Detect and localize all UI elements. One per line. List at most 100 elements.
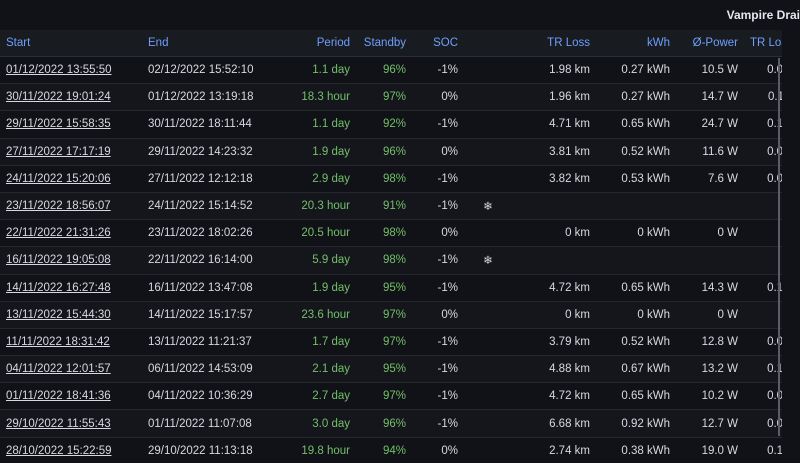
- column-header-power[interactable]: Ø-Power: [676, 30, 744, 57]
- column-header-kwh[interactable]: kWh: [596, 30, 676, 57]
- cell-end: 29/11/2022 14:23:32: [142, 138, 280, 166]
- cell-standby: 98%: [356, 165, 412, 193]
- column-header-standby[interactable]: Standby: [356, 30, 412, 57]
- cell-tr-loss-per-hour: 0.08 km: [744, 56, 782, 85]
- cell-standby: 97%: [356, 301, 412, 329]
- cell-soc: 0%: [412, 437, 464, 463]
- cell-tr-loss: 4.71 km: [512, 110, 596, 139]
- cell-start: 27/11/2022 17:17:19: [0, 138, 142, 166]
- cell-standby: 97%: [356, 328, 412, 357]
- start-link[interactable]: 13/11/2022 15:44:30: [6, 309, 111, 321]
- cell-soc: -1%: [412, 274, 464, 302]
- snowflake-icon: ❄: [464, 246, 512, 275]
- snowflake-icon: [464, 301, 512, 329]
- start-link[interactable]: 28/10/2022 15:22:59: [6, 445, 112, 457]
- cell-standby: 95%: [356, 355, 412, 384]
- cell-power: 11.6 W: [676, 138, 744, 166]
- start-link[interactable]: 24/11/2022 15:20:06: [6, 173, 111, 185]
- cell-period: 18.3 hour: [280, 83, 356, 112]
- cell-tr-loss: 0 km: [512, 301, 596, 329]
- cell-period: 1.1 day: [280, 110, 356, 139]
- start-link[interactable]: 14/11/2022 16:27:48: [6, 282, 111, 294]
- cell-power: 13.2 W: [676, 355, 744, 384]
- start-link[interactable]: 16/11/2022 19:05:08: [6, 254, 111, 266]
- cell-tr-loss: 1.96 km: [512, 83, 596, 112]
- cell-tr-loss: 3.81 km: [512, 138, 596, 166]
- cell-kwh: 0.92 kWh: [596, 409, 676, 438]
- cell-power: 7.6 W: [676, 165, 744, 193]
- cell-soc: -1%: [412, 355, 464, 384]
- start-link[interactable]: 01/11/2022 18:41:36: [6, 390, 111, 402]
- cell-end: 22/11/2022 16:14:00: [142, 246, 280, 275]
- cell-standby: 98%: [356, 219, 412, 248]
- cell-standby: 98%: [356, 246, 412, 275]
- start-link[interactable]: 04/11/2022 12:01:57: [6, 363, 111, 375]
- column-header-tr-loss[interactable]: TR Loss: [512, 30, 596, 57]
- table-row: 29/11/2022 15:58:35 30/11/2022 18:11:44 1.…: [0, 110, 782, 139]
- cell-end: 16/11/2022 13:47:08: [142, 274, 280, 302]
- cell-end: 29/10/2022 11:13:18: [142, 437, 280, 463]
- start-link[interactable]: 23/11/2022 18:56:07: [6, 200, 111, 212]
- start-link[interactable]: 30/11/2022 19:01:24: [6, 91, 111, 103]
- cell-tr-loss: 3.82 km: [512, 165, 596, 193]
- cell-standby: 96%: [356, 409, 412, 438]
- table-row: 22/11/2022 21:31:26 23/11/2022 18:02:26 20…: [0, 219, 782, 248]
- table-row: 30/11/2022 19:01:24 01/12/2022 13:19:18 18…: [0, 83, 782, 112]
- table-row: 11/11/2022 18:31:42 13/11/2022 11:21:37 1.…: [0, 328, 782, 357]
- cell-soc: -1%: [412, 165, 464, 193]
- cell-standby: 95%: [356, 274, 412, 302]
- cell-start: 29/11/2022 15:58:35: [0, 110, 142, 139]
- cell-period: 5.9 day: [280, 246, 356, 275]
- cell-end: 30/11/2022 18:11:44: [142, 110, 280, 139]
- table-body: 01/12/2022 13:55:50 02/12/2022 15:52:10 1.…: [0, 56, 782, 463]
- cell-soc: 0%: [412, 83, 464, 112]
- table-row: 23/11/2022 18:56:07 24/11/2022 15:14:52 20…: [0, 192, 782, 221]
- cell-period: 1.9 day: [280, 274, 356, 302]
- cell-tr-loss-per-hour: 0.09 km: [744, 409, 782, 438]
- cell-period: 20.3 hour: [280, 192, 356, 221]
- column-header-end[interactable]: End: [142, 30, 280, 57]
- cell-power: [676, 192, 744, 221]
- start-link[interactable]: 11/11/2022 18:31:42: [6, 336, 110, 348]
- column-header-tr-loss-per-hour[interactable]: TR Loss / h: [744, 30, 782, 57]
- cell-kwh: [596, 246, 676, 275]
- cell-end: 01/11/2022 11:07:08: [142, 409, 280, 438]
- cell-period: 19.8 hour: [280, 437, 356, 463]
- scrollbar[interactable]: [778, 58, 780, 436]
- cell-start: 29/10/2022 11:55:43: [0, 409, 142, 438]
- start-link[interactable]: 27/11/2022 17:17:19: [6, 146, 111, 158]
- cell-tr-loss-per-hour: [744, 192, 782, 221]
- cell-end: 14/11/2022 15:17:57: [142, 301, 280, 329]
- cell-start: 22/11/2022 21:31:26: [0, 219, 142, 248]
- column-header-start[interactable]: Start: [0, 30, 142, 57]
- start-link[interactable]: 29/11/2022 15:58:35: [6, 118, 111, 130]
- cell-start: 01/11/2022 18:41:36: [0, 382, 142, 411]
- cell-tr-loss-per-hour: 0.08 km: [744, 138, 782, 166]
- cell-period: 2.9 day: [280, 165, 356, 193]
- cell-kwh: 0 kWh: [596, 219, 676, 248]
- start-link[interactable]: 29/10/2022 11:55:43: [6, 418, 111, 430]
- cell-tr-loss-per-hour: 0.11 km: [744, 83, 782, 112]
- cell-tr-loss: [512, 192, 596, 221]
- column-header-icon[interactable]: [464, 30, 512, 57]
- cell-soc: 0%: [412, 301, 464, 329]
- cell-kwh: 0.52 kWh: [596, 328, 676, 357]
- cell-soc: -1%: [412, 246, 464, 275]
- cell-standby: 92%: [356, 110, 412, 139]
- cell-start: 24/11/2022 15:20:06: [0, 165, 142, 193]
- start-link[interactable]: 22/11/2022 21:31:26: [6, 227, 111, 239]
- cell-end: 24/11/2022 15:14:52: [142, 192, 280, 221]
- cell-tr-loss-per-hour: 0.18 km: [744, 110, 782, 139]
- cell-standby: 96%: [356, 138, 412, 166]
- cell-power: 10.5 W: [676, 56, 744, 85]
- cell-power: [676, 246, 744, 275]
- cell-kwh: 0.53 kWh: [596, 165, 676, 193]
- cell-kwh: 0.27 kWh: [596, 83, 676, 112]
- start-link[interactable]: 01/12/2022 13:55:50: [6, 64, 112, 76]
- column-header-soc[interactable]: SOC: [412, 30, 464, 57]
- cell-tr-loss-per-hour: 0.06 km: [744, 165, 782, 193]
- table-row: 14/11/2022 16:27:48 16/11/2022 13:47:08 1.…: [0, 274, 782, 302]
- table-row: 24/11/2022 15:20:06 27/11/2022 12:12:18 2.…: [0, 165, 782, 193]
- cell-start: 01/12/2022 13:55:50: [0, 56, 142, 85]
- column-header-period[interactable]: Period: [280, 30, 356, 57]
